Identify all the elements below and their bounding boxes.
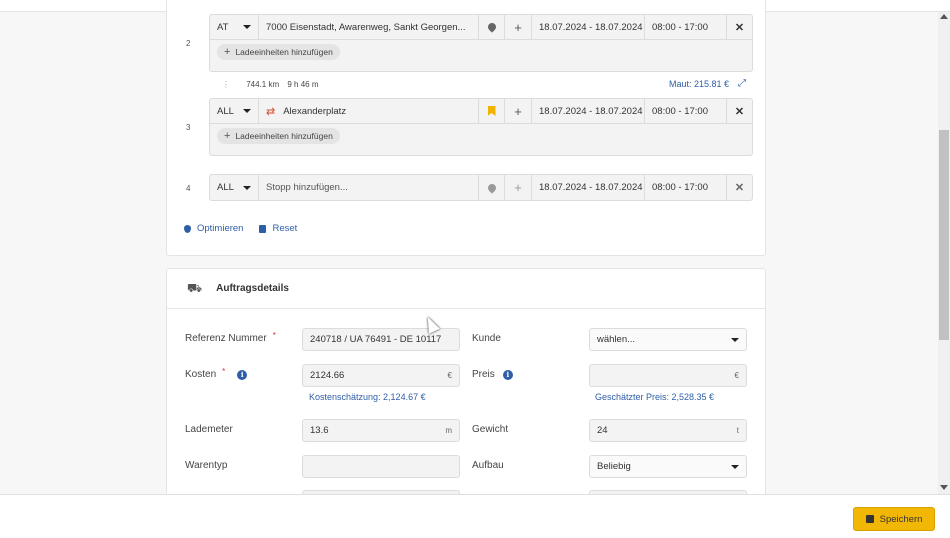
address-input[interactable]: 7000 Eisenstadt, Awarenweg, Sankt George… (259, 14, 479, 40)
map-pin-icon (485, 181, 498, 194)
reset-button[interactable]: Reset (259, 223, 297, 234)
chevron-down-icon (731, 337, 739, 342)
country-select[interactable]: AT (210, 14, 259, 40)
date-range-input[interactable]: 18.07.2024 - 18.07.2024 (532, 14, 645, 40)
scrollbar-thumb[interactable] (939, 130, 949, 340)
expand-icon[interactable]: ⤢ (738, 78, 746, 89)
date-range-input[interactable]: 18.07.2024 - 18.07.2024 (532, 175, 645, 200)
truck-loading-icon: ⛟ (187, 280, 203, 295)
time-range-input[interactable]: 08:00 - 17:00 (645, 175, 727, 200)
chevron-down-icon (243, 185, 251, 190)
swap-icon: ⇄ (266, 105, 276, 118)
reference-input[interactable]: 240718 / UA 76491 - DE 10117 (302, 328, 460, 351)
address-input[interactable]: ⇄ Alexanderplatz (259, 98, 479, 124)
plus-icon: + (224, 130, 231, 142)
map-pin-button[interactable] (479, 175, 505, 200)
map-pin-button[interactable] (479, 14, 505, 40)
segment-distance: 744.1 km (246, 80, 280, 89)
price-estimate[interactable]: Geschätzter Preis: 2,528.35 € (595, 392, 714, 402)
bookmark-icon (487, 106, 496, 116)
save-icon (865, 515, 874, 523)
date-range-input[interactable]: 18.07.2024 - 18.07.2024 (532, 98, 645, 124)
goods-type-label: Warentyp (185, 460, 228, 471)
chevron-down-icon (243, 109, 251, 113)
segment-info: ⋮ 744.1 km 9 h 46 m (222, 80, 319, 89)
save-button[interactable]: Speichern (853, 507, 935, 531)
country-select[interactable]: ALL (210, 98, 259, 124)
add-load-units-button[interactable]: + Ladeeinheiten hinzufügen (217, 44, 340, 60)
add-button[interactable]: + (505, 175, 532, 200)
remove-stop-button[interactable]: ✕ (727, 175, 752, 200)
reference-label: Referenz Nummer * (185, 331, 276, 344)
scroll-up-icon[interactable] (940, 14, 948, 19)
bookmark-button[interactable] (479, 98, 505, 124)
route-actions: Optimieren Reset (184, 223, 297, 234)
scroll-down-icon[interactable] (940, 485, 948, 490)
stop-number: 3 (186, 123, 191, 132)
price-input[interactable]: € (589, 364, 747, 387)
stop-number: 4 (186, 184, 191, 193)
stop-row: ALL Stopp hinzufügen... + 18.07.2024 - 1… (209, 174, 753, 201)
time-range-input[interactable]: 08:00 - 17:00 (645, 98, 727, 124)
info-icon[interactable]: i (237, 369, 248, 380)
customer-label: Kunde (472, 333, 501, 344)
weight-label: Gewicht (472, 424, 509, 435)
country-select[interactable]: ALL (210, 175, 259, 200)
segment-duration: 9 h 46 m (287, 80, 319, 89)
costs-input[interactable]: 2124.66 € (302, 364, 460, 387)
add-button[interactable]: + (505, 14, 532, 40)
scrollbar[interactable] (938, 12, 950, 494)
body-type-select[interactable]: Beliebig (589, 455, 747, 478)
trash-icon (259, 224, 267, 233)
body-type-label: Aufbau (472, 460, 504, 471)
card-header: ⛟ Auftragsdetails (167, 269, 765, 309)
remove-stop-button[interactable]: ✕ (727, 15, 752, 40)
lademeter-label: Lademeter (185, 424, 233, 435)
stop-row: AT 7000 Eisenstadt, Awarenweg, Sankt Geo… (209, 14, 753, 72)
stop-row: ALL ⇄ Alexanderplatz + 18.07.2024 - 18.07… (209, 98, 753, 156)
footer-bar: Speichern (0, 494, 950, 538)
costs-estimate[interactable]: Kostenschätzung: 2,124.67 € (309, 392, 426, 402)
chevron-down-icon (243, 25, 251, 29)
add-stop-input[interactable]: Stopp hinzufügen... (259, 175, 479, 200)
weight-input[interactable]: 24 t (589, 419, 747, 442)
toll-link[interactable]: Maut: 215.81 € (669, 79, 729, 89)
add-load-units-button[interactable]: + Ladeeinheiten hinzufügen (217, 128, 340, 144)
add-button[interactable]: + (505, 98, 532, 124)
price-label: Preis i (472, 369, 513, 380)
stopwatch-icon (184, 224, 191, 233)
lademeter-input[interactable]: 13.6 m (302, 419, 460, 442)
remove-stop-button[interactable]: ✕ (727, 99, 752, 124)
goods-type-input[interactable] (302, 455, 460, 478)
optimize-button[interactable]: Optimieren (184, 223, 243, 234)
plus-icon: + (224, 46, 231, 58)
stop-number: 2 (186, 39, 191, 48)
map-pin-icon (485, 21, 498, 33)
card-title: Auftragsdetails (216, 283, 289, 294)
chevron-down-icon (731, 464, 739, 469)
costs-label: Kosten * i (185, 367, 248, 380)
customer-select[interactable]: wählen... (589, 328, 747, 351)
time-range-input[interactable]: 08:00 - 17:00 (645, 14, 727, 40)
info-icon[interactable]: i (502, 369, 513, 380)
drag-handle-icon[interactable]: ⋮ (222, 80, 230, 89)
